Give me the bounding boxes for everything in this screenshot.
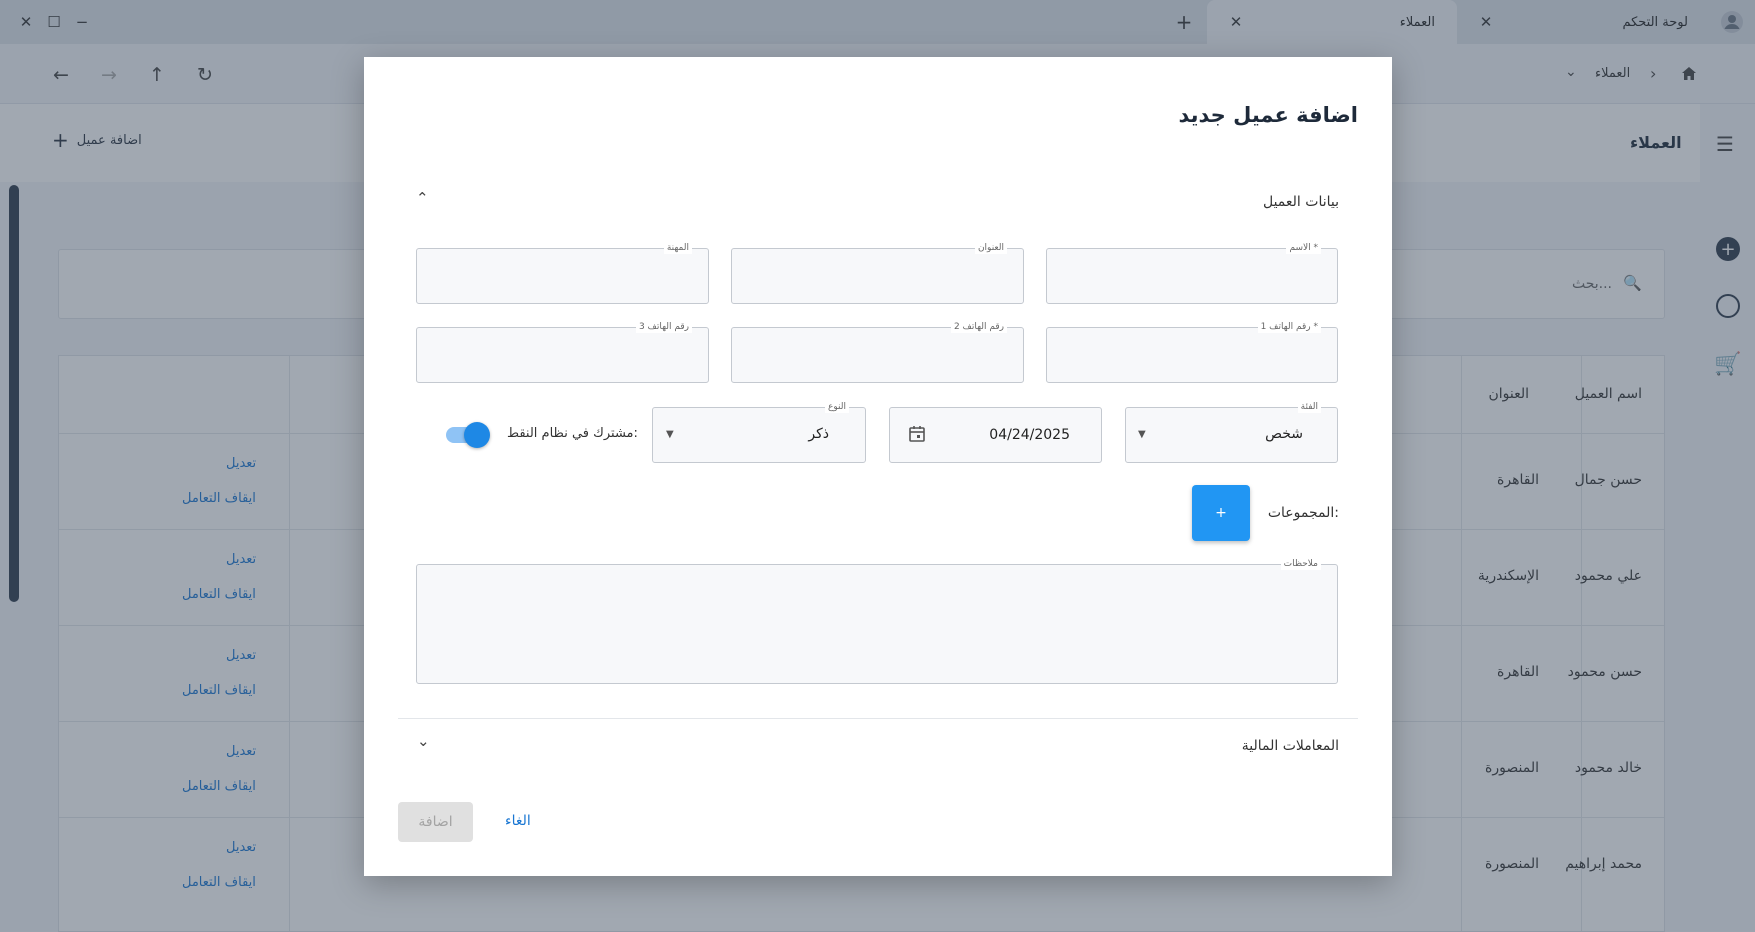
- dialog-title: اضافة عميل جديد: [1178, 103, 1358, 127]
- gender-select[interactable]: النوع ذكر ▼: [652, 401, 866, 463]
- date-field[interactable]: 04/24/2025: [889, 407, 1102, 463]
- address-field[interactable]: العنوان: [731, 242, 1024, 304]
- dropdown-caret-icon: ▼: [1138, 429, 1146, 440]
- chevron-down-icon[interactable]: ⌄: [417, 732, 430, 750]
- notes-field-label: ملاحظات: [1280, 558, 1321, 570]
- points-toggle[interactable]: [444, 421, 492, 449]
- phone3-field-label: رقم الهاتف 3: [635, 321, 692, 333]
- add-group-button[interactable]: +: [1192, 485, 1250, 541]
- phone3-field[interactable]: رقم الهاتف 3: [416, 321, 709, 383]
- calendar-icon[interactable]: [908, 425, 926, 447]
- notes-field[interactable]: ملاحظات: [416, 558, 1338, 684]
- points-label: مشترك في نظام النقط:: [507, 426, 638, 441]
- phone2-field-label: رقم الهاتف 2: [950, 321, 1007, 333]
- section-customer-data[interactable]: بيانات العميل: [1263, 194, 1339, 210]
- name-field-label: الاسم *: [1286, 242, 1321, 254]
- groups-label: المجموعات:: [1267, 505, 1339, 521]
- date-value: 04/24/2025: [989, 427, 1070, 443]
- category-select-label: الفئة: [1297, 401, 1321, 413]
- category-value: شخص: [1265, 426, 1303, 442]
- phone1-field-label: رقم الهاتف 1 *: [1257, 321, 1321, 333]
- gender-value: ذكر: [808, 426, 829, 442]
- toggle-knob: [464, 422, 490, 448]
- category-select[interactable]: الفئة شخص ▼: [1125, 401, 1338, 463]
- profession-field[interactable]: المهنة: [416, 242, 709, 304]
- phone2-field[interactable]: رقم الهاتف 2: [731, 321, 1024, 383]
- cancel-button[interactable]: الغاء: [505, 813, 531, 829]
- dropdown-caret-icon: ▼: [666, 429, 674, 440]
- section-financial-transactions[interactable]: المعاملات المالية: [1242, 738, 1339, 754]
- submit-button[interactable]: اضافة: [398, 802, 473, 842]
- profession-field-label: المهنة: [663, 242, 692, 254]
- divider: [398, 718, 1358, 719]
- chevron-up-icon[interactable]: ⌃: [416, 189, 429, 207]
- add-customer-dialog: اضافة عميل جديد بيانات العميل ⌃ الاسم * …: [364, 57, 1392, 876]
- name-field[interactable]: الاسم *: [1046, 242, 1338, 304]
- gender-select-label: النوع: [825, 401, 849, 413]
- address-field-label: العنوان: [974, 242, 1007, 254]
- phone1-field[interactable]: رقم الهاتف 1 *: [1046, 321, 1338, 383]
